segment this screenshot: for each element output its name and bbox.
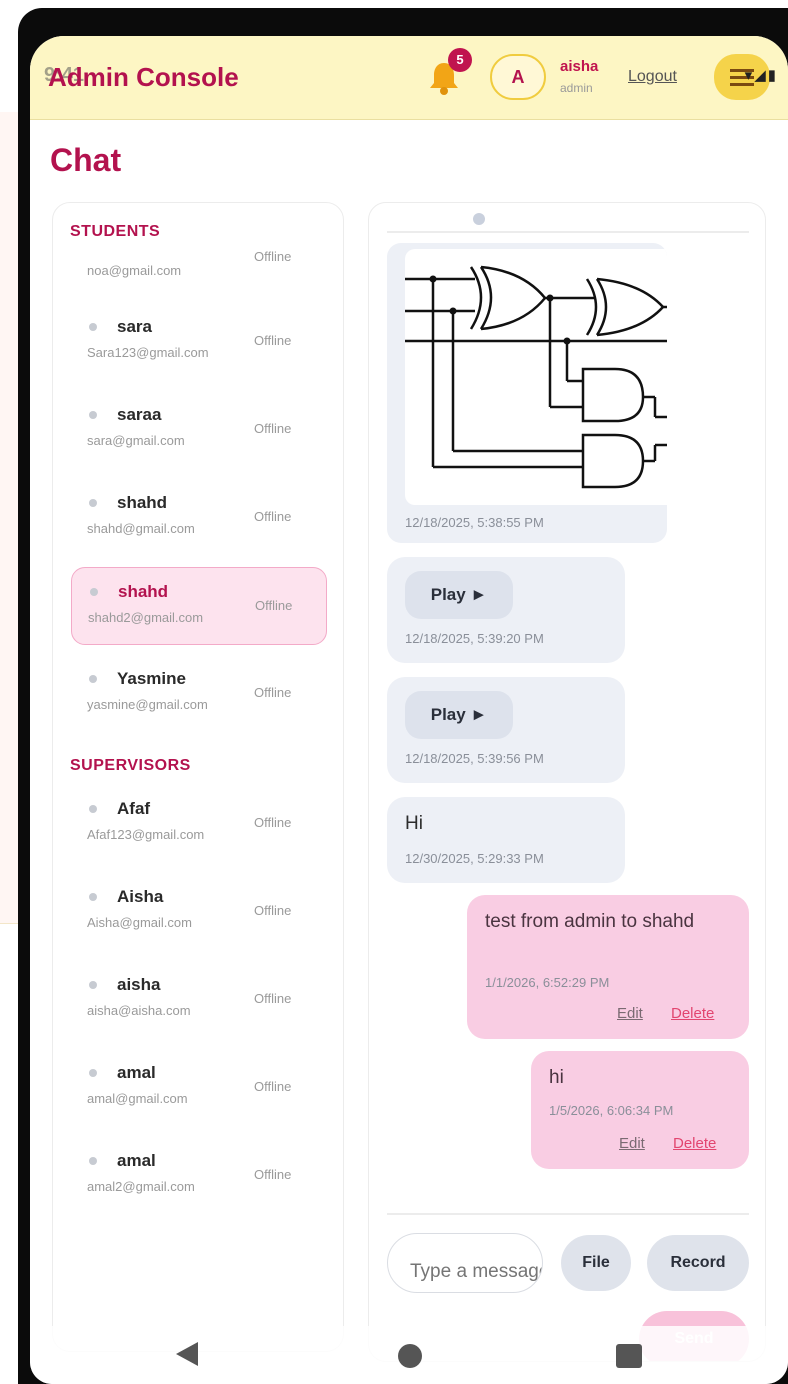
contact-name: shahd bbox=[117, 493, 168, 512]
play-button[interactable]: Play ► bbox=[405, 691, 513, 739]
edit-link[interactable]: Edit bbox=[619, 1135, 645, 1152]
contact-name: saraa bbox=[117, 405, 162, 424]
contact-email: yasmine@gmail.com bbox=[87, 697, 208, 712]
app-header: 9:41 Admin Console 5 A aisha admin Logou… bbox=[30, 36, 788, 120]
contact-email: sara@gmail.com bbox=[87, 433, 185, 448]
contact-name: amal bbox=[117, 1063, 156, 1082]
presence-dot bbox=[89, 1157, 97, 1165]
file-button[interactable]: File bbox=[561, 1235, 631, 1291]
contact-status: Offline bbox=[254, 333, 292, 348]
contact-email: Afaf123@gmail.com bbox=[87, 827, 205, 842]
contact-name: Aisha bbox=[117, 887, 164, 906]
record-button[interactable]: Record bbox=[647, 1235, 749, 1291]
contact-name: amal bbox=[117, 1151, 156, 1170]
message-text: Hi bbox=[405, 813, 423, 834]
contact-name: aisha bbox=[117, 975, 161, 994]
message-timestamp: 1/1/2026, 6:52:29 PM bbox=[485, 975, 610, 990]
contact-name: shahd bbox=[118, 582, 169, 601]
contact-email: shahd2@gmail.com bbox=[88, 610, 204, 625]
page-title: Chat bbox=[50, 142, 122, 178]
contact-email: amal2@gmail.com bbox=[87, 1179, 195, 1194]
message-input[interactable] bbox=[387, 1233, 543, 1293]
message-timestamp: 12/18/2025, 5:39:56 PM bbox=[405, 751, 544, 766]
contact-status: Offline bbox=[254, 815, 292, 830]
contact-name: Yasmine bbox=[117, 669, 186, 688]
user-name: aisha bbox=[560, 58, 599, 75]
message-text: hi bbox=[549, 1067, 564, 1088]
presence-dot bbox=[90, 588, 98, 596]
contact-email: amal@gmail.com bbox=[87, 1091, 188, 1106]
contact-status: Offline bbox=[254, 509, 292, 524]
presence-dot bbox=[89, 411, 97, 419]
circuit-diagram-image[interactable] bbox=[405, 249, 667, 505]
back-icon[interactable] bbox=[176, 1342, 198, 1366]
contact-email: aisha@aisha.com bbox=[87, 1003, 191, 1018]
contact-email: noa@gmail.com bbox=[87, 263, 182, 278]
home-icon[interactable] bbox=[398, 1344, 422, 1368]
contact-item[interactable]: shahd shahd@gmail.com Offline bbox=[71, 479, 327, 557]
contact-item[interactable]: amal amal@gmail.com Offline bbox=[71, 1049, 327, 1127]
message-timestamp: 12/30/2025, 5:29:33 PM bbox=[405, 851, 544, 866]
contact-email: shahd@gmail.com bbox=[87, 521, 195, 536]
contact-status: Offline bbox=[254, 685, 292, 700]
image-message[interactable]: 12/18/2025, 5:38:55 PM bbox=[387, 243, 667, 543]
contact-item[interactable]: noa@gmail.com Offline bbox=[71, 233, 327, 311]
contact-name: Afaf bbox=[117, 799, 151, 818]
contacts-panel: STUDENTS noa@gmail.com Offline sara Sara… bbox=[52, 202, 344, 1352]
recents-icon[interactable] bbox=[616, 1344, 642, 1368]
contact-email: Aisha@gmail.com bbox=[87, 915, 192, 930]
supervisors-heading: SUPERVISORS bbox=[70, 757, 191, 774]
audio-message: Play ► 12/18/2025, 5:39:56 PM bbox=[387, 677, 625, 783]
logout-link[interactable]: Logout bbox=[628, 68, 677, 86]
play-button[interactable]: Play ► bbox=[405, 571, 513, 619]
contact-status: Offline bbox=[255, 598, 293, 613]
message-text: test from admin to shahd bbox=[485, 911, 695, 932]
contact-item[interactable]: aisha aisha@aisha.com Offline bbox=[71, 961, 327, 1039]
phone-screen: 9:41 Admin Console 5 A aisha admin Logou… bbox=[30, 36, 788, 1384]
conversation-panel: 12/18/2025, 5:38:55 PM Play ► 12/18/2025… bbox=[368, 202, 766, 1362]
divider bbox=[387, 1213, 749, 1215]
status-icons: ▾◢▮ bbox=[744, 67, 778, 84]
contact-status: Offline bbox=[254, 249, 292, 264]
contact-item[interactable]: Afaf Afaf123@gmail.com Offline bbox=[71, 785, 327, 863]
text-message-incoming: Hi 12/30/2025, 5:29:33 PM bbox=[387, 797, 625, 883]
contact-item[interactable]: amal amal2@gmail.com Offline bbox=[71, 1137, 327, 1215]
contact-item[interactable]: Yasmine yasmine@gmail.com Offline bbox=[71, 655, 327, 733]
presence-dot bbox=[89, 981, 97, 989]
presence-dot bbox=[89, 893, 97, 901]
contact-item[interactable]: saraa sara@gmail.com Offline bbox=[71, 391, 327, 469]
delete-link[interactable]: Delete bbox=[671, 1005, 714, 1022]
notification-badge: 5 bbox=[448, 48, 472, 72]
message-timestamp: 1/5/2026, 6:06:34 PM bbox=[549, 1103, 674, 1118]
contact-name: sara bbox=[117, 317, 152, 336]
presence-dot bbox=[89, 1069, 97, 1077]
system-nav-bar bbox=[30, 1326, 788, 1384]
text-message-outgoing: hi 1/5/2026, 6:06:34 PM Edit Delete bbox=[531, 1051, 749, 1169]
presence-dot bbox=[89, 323, 97, 331]
message-timestamp: 12/18/2025, 5:39:20 PM bbox=[405, 631, 544, 646]
avatar[interactable]: A bbox=[490, 54, 546, 100]
contact-status: Offline bbox=[254, 903, 292, 918]
scroll-indicator bbox=[473, 213, 485, 225]
contact-status: Offline bbox=[254, 421, 292, 436]
contact-status: Offline bbox=[254, 991, 292, 1006]
contact-status: Offline bbox=[254, 1167, 292, 1182]
contact-status: Offline bbox=[254, 1079, 292, 1094]
presence-dot bbox=[89, 675, 97, 683]
user-role: admin bbox=[560, 81, 593, 95]
presence-dot bbox=[89, 499, 97, 507]
audio-message: Play ► 12/18/2025, 5:39:20 PM bbox=[387, 557, 625, 663]
contact-item-selected[interactable]: shahd shahd2@gmail.com Offline bbox=[71, 567, 327, 645]
text-message-outgoing: test from admin to shahd 1/1/2026, 6:52:… bbox=[467, 895, 749, 1039]
delete-link[interactable]: Delete bbox=[673, 1135, 716, 1152]
divider bbox=[387, 231, 749, 233]
contact-item[interactable]: sara Sara123@gmail.com Offline bbox=[71, 303, 327, 381]
contact-item[interactable]: Aisha Aisha@gmail.com Offline bbox=[71, 873, 327, 951]
contact-email: Sara123@gmail.com bbox=[87, 345, 209, 360]
presence-dot bbox=[89, 805, 97, 813]
message-timestamp: 12/18/2025, 5:38:55 PM bbox=[405, 515, 544, 530]
app-title: Admin Console bbox=[48, 62, 239, 92]
edit-link[interactable]: Edit bbox=[617, 1005, 643, 1022]
